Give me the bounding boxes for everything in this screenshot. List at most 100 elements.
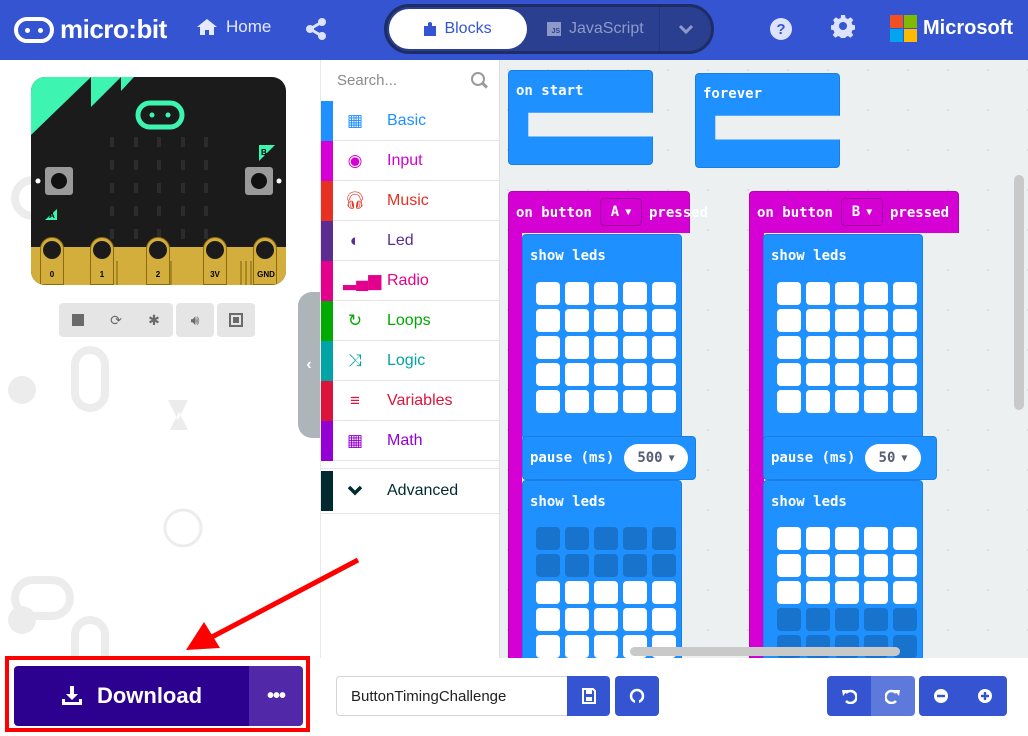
led-cell[interactable]: [835, 363, 859, 386]
led-cell[interactable]: [594, 390, 618, 413]
led-cell[interactable]: [594, 554, 618, 577]
led-cell[interactable]: [652, 363, 676, 386]
vertical-scrollbar[interactable]: [1014, 175, 1024, 410]
led-cell[interactable]: [893, 390, 917, 413]
zoom-in-button[interactable]: [963, 676, 1007, 716]
led-cell[interactable]: [777, 309, 801, 332]
button-dropdown[interactable]: B ▼: [841, 198, 883, 226]
toolbox-category-advanced[interactable]: Advanced: [321, 468, 499, 514]
led-cell[interactable]: [835, 390, 859, 413]
led-cell[interactable]: [777, 390, 801, 413]
led-cell[interactable]: [893, 363, 917, 386]
tab-blocks[interactable]: Blocks: [389, 9, 527, 49]
settings-button[interactable]: [830, 14, 856, 45]
led-cell[interactable]: [565, 635, 589, 658]
led-cell[interactable]: [806, 527, 830, 550]
toolbox-category-logic[interactable]: ⤨ Logic: [321, 340, 499, 381]
led-cell[interactable]: [893, 282, 917, 305]
led-cell[interactable]: [893, 554, 917, 577]
led-cell[interactable]: [623, 581, 647, 604]
help-button[interactable]: ?: [770, 18, 792, 40]
fullscreen-button[interactable]: [217, 303, 255, 337]
zoom-out-button[interactable]: [919, 676, 963, 716]
button-a[interactable]: [45, 167, 73, 195]
led-cell[interactable]: [594, 363, 618, 386]
led-cell[interactable]: [623, 390, 647, 413]
led-cell[interactable]: [536, 554, 560, 577]
search-icon[interactable]: [471, 72, 485, 86]
led-cell[interactable]: [893, 336, 917, 359]
mute-button[interactable]: 🔊︎: [176, 303, 214, 337]
download-more-button[interactable]: •••: [249, 666, 303, 726]
led-cell[interactable]: [777, 336, 801, 359]
led-cell[interactable]: [536, 390, 560, 413]
led-cell[interactable]: [623, 554, 647, 577]
led-cell[interactable]: [565, 336, 589, 359]
led-cell[interactable]: [594, 336, 618, 359]
led-cell[interactable]: [536, 363, 560, 386]
toolbox-category-input[interactable]: ◉ Input: [321, 140, 499, 181]
github-button[interactable]: [615, 676, 659, 716]
led-cell[interactable]: [623, 282, 647, 305]
led-cell[interactable]: [594, 608, 618, 631]
led-cell[interactable]: [594, 581, 618, 604]
led-cell[interactable]: [536, 336, 560, 359]
led-cell[interactable]: [864, 581, 888, 604]
toolbox-category-math[interactable]: ▦ Math: [321, 420, 499, 461]
debug-button[interactable]: ✱: [135, 303, 173, 337]
toolbox-category-radio[interactable]: ▂▄▆ Radio: [321, 260, 499, 301]
led-cell[interactable]: [565, 363, 589, 386]
led-cell[interactable]: [806, 554, 830, 577]
led-cell[interactable]: [864, 336, 888, 359]
led-cell[interactable]: [835, 527, 859, 550]
led-cell[interactable]: [806, 309, 830, 332]
led-cell[interactable]: [652, 309, 676, 332]
led-cell[interactable]: [565, 581, 589, 604]
led-cell[interactable]: [864, 608, 888, 631]
led-cell[interactable]: [536, 527, 560, 550]
led-cell[interactable]: [594, 282, 618, 305]
led-cell[interactable]: [652, 608, 676, 631]
led-cell[interactable]: [536, 581, 560, 604]
led-cell[interactable]: [864, 390, 888, 413]
pause-value-input[interactable]: 500 ▼: [624, 444, 688, 472]
save-button[interactable]: [567, 676, 610, 716]
led-cell[interactable]: [806, 363, 830, 386]
led-cell[interactable]: [565, 282, 589, 305]
led-cell[interactable]: [652, 554, 676, 577]
led-cell[interactable]: [565, 390, 589, 413]
language-dropdown-button[interactable]: [659, 7, 711, 51]
led-cell[interactable]: [864, 282, 888, 305]
led-cell[interactable]: [806, 581, 830, 604]
led-cell[interactable]: [777, 581, 801, 604]
led-cell[interactable]: [806, 390, 830, 413]
led-cell[interactable]: [893, 608, 917, 631]
led-cell[interactable]: [565, 527, 589, 550]
led-cell[interactable]: [623, 336, 647, 359]
led-cell[interactable]: [652, 527, 676, 550]
led-cell[interactable]: [864, 363, 888, 386]
led-cell[interactable]: [806, 336, 830, 359]
toolbox-search[interactable]: Search...: [321, 60, 499, 100]
led-cell[interactable]: [835, 336, 859, 359]
led-cell[interactable]: [623, 363, 647, 386]
led-cell[interactable]: [594, 309, 618, 332]
led-cell[interactable]: [835, 581, 859, 604]
led-cell[interactable]: [864, 527, 888, 550]
led-cell[interactable]: [536, 608, 560, 631]
led-cell[interactable]: [777, 608, 801, 631]
led-cell[interactable]: [565, 309, 589, 332]
undo-button[interactable]: [827, 676, 871, 716]
led-cell[interactable]: [536, 282, 560, 305]
led-cell[interactable]: [565, 554, 589, 577]
button-dropdown[interactable]: A ▼: [600, 198, 642, 226]
microbit-logo[interactable]: micro:bit: [14, 14, 167, 45]
led-cell[interactable]: [777, 363, 801, 386]
led-cell[interactable]: [652, 581, 676, 604]
led-cell[interactable]: [777, 554, 801, 577]
led-cell[interactable]: [777, 527, 801, 550]
search-input[interactable]: Search...: [337, 72, 397, 89]
led-cell[interactable]: [835, 608, 859, 631]
restart-button[interactable]: ⟳: [97, 303, 135, 337]
led-cell[interactable]: [893, 309, 917, 332]
